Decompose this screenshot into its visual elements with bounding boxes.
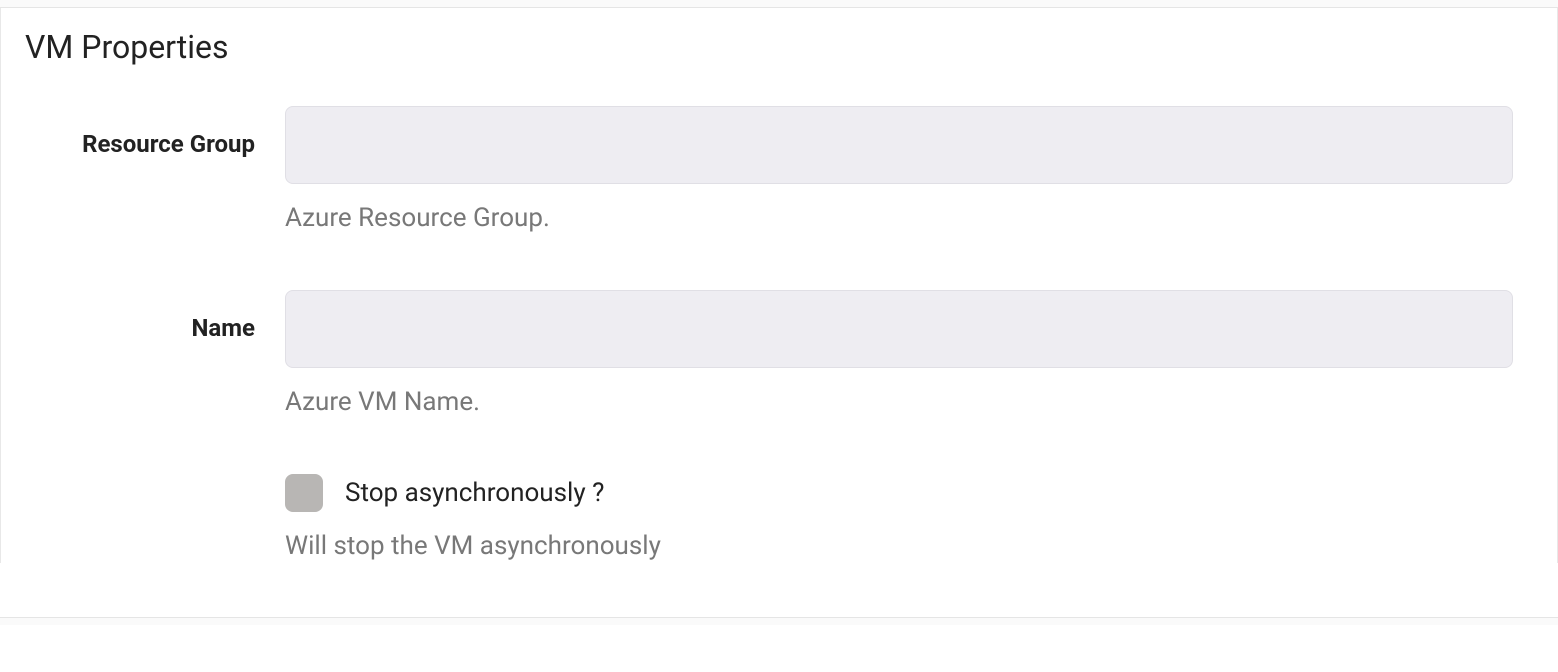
stop-async-help: Will stop the VM asynchronously xyxy=(285,530,1513,564)
stop-async-label: Stop asynchronously ? xyxy=(345,480,604,506)
section-title: VM Properties xyxy=(25,28,1533,66)
resource-group-help: Azure Resource Group. xyxy=(285,202,1513,236)
stop-async-checkbox[interactable] xyxy=(285,474,323,512)
resource-group-field-wrap: Azure Resource Group. xyxy=(285,106,1533,236)
name-label: Name xyxy=(25,290,285,343)
top-divider xyxy=(0,0,1558,8)
bottom-divider xyxy=(0,617,1558,625)
resource-group-input[interactable] xyxy=(285,106,1513,184)
stop-async-field-wrap: Stop asynchronously ? Will stop the VM a… xyxy=(285,474,1533,564)
name-field-wrap: Azure VM Name. xyxy=(285,290,1533,420)
name-input[interactable] xyxy=(285,290,1513,368)
form-row-stop-async: Stop asynchronously ? Will stop the VM a… xyxy=(25,474,1533,564)
form-panel: VM Properties Resource Group Azure Resou… xyxy=(0,8,1558,563)
form-row-name: Name Azure VM Name. xyxy=(25,290,1533,420)
stop-async-checkbox-wrap: Stop asynchronously ? xyxy=(285,474,1513,512)
stop-async-spacer xyxy=(25,474,285,498)
resource-group-label: Resource Group xyxy=(25,106,285,159)
form-row-resource-group: Resource Group Azure Resource Group. xyxy=(25,106,1533,236)
name-help: Azure VM Name. xyxy=(285,386,1513,420)
